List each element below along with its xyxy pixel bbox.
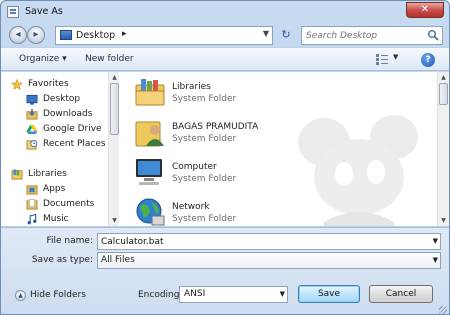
browser-area: Favorites Desktop Downloads Google Drive… xyxy=(1,72,449,226)
nav-item-label: Desktop xyxy=(43,94,81,104)
breadcrumb-chevron-icon[interactable]: ▸ xyxy=(122,29,127,39)
file-type: System Folder xyxy=(172,94,237,104)
file-item-libraries[interactable]: Libraries System Folder xyxy=(134,76,354,112)
scrollbar-thumb[interactable] xyxy=(439,83,448,105)
hide-folders-label: Hide Folders xyxy=(30,290,86,300)
music-icon xyxy=(27,214,37,225)
help-button[interactable]: ? xyxy=(421,53,435,67)
navigation-pane[interactable]: Favorites Desktop Downloads Google Drive… xyxy=(1,72,119,226)
file-name-input[interactable] xyxy=(101,235,421,248)
encoding-dropdown-icon[interactable]: ▼ xyxy=(280,290,285,298)
nav-favorites-label: Favorites xyxy=(28,79,69,89)
save-as-type-label: Save as type: xyxy=(31,255,93,265)
search-icon[interactable] xyxy=(427,29,439,41)
file-item-network[interactable]: Network System Folder xyxy=(134,196,354,226)
file-type: System Folder xyxy=(172,134,237,144)
desktop-icon xyxy=(60,30,72,40)
window-title: Save As xyxy=(25,6,63,17)
encoding-value: ANSI xyxy=(184,289,206,299)
file-list-scrollbar[interactable]: ▲ ▼ xyxy=(437,72,449,226)
forward-button[interactable]: ▸ xyxy=(27,26,45,44)
file-list[interactable]: Libraries System Folder BAGAS PRAMUDITA … xyxy=(124,72,437,226)
views-dropdown-icon[interactable]: ▼ xyxy=(393,53,398,61)
change-view-button[interactable]: ▼ xyxy=(376,53,400,67)
refresh-button[interactable]: ↻ xyxy=(277,27,295,44)
nav-libraries-label: Libraries xyxy=(28,169,67,179)
computer-icon xyxy=(136,159,162,185)
nav-item-label: Documents xyxy=(43,199,95,209)
scroll-down-icon[interactable]: ▼ xyxy=(440,217,447,224)
user-folder-icon xyxy=(135,121,164,147)
scroll-up-icon[interactable]: ▲ xyxy=(440,74,447,81)
view-options-icon xyxy=(376,54,388,65)
cancel-button[interactable]: Cancel xyxy=(369,285,433,303)
notepad-icon xyxy=(7,6,19,18)
nav-item-label: Apps xyxy=(43,184,66,194)
nav-item-label: Recent Places xyxy=(43,139,106,149)
save-as-type-dropdown-icon[interactable]: ▼ xyxy=(433,256,438,264)
google-drive-icon xyxy=(26,124,38,135)
desktop-icon xyxy=(26,94,38,105)
apps-icon xyxy=(26,185,38,195)
downloads-icon xyxy=(26,109,38,120)
file-item-computer[interactable]: Computer System Folder xyxy=(134,156,354,192)
close-button[interactable]: ✕ xyxy=(406,2,444,18)
breadcrumb[interactable]: Desktop ▸ ▼ xyxy=(55,26,273,45)
file-type: System Folder xyxy=(172,174,237,184)
file-name-field[interactable]: ▼ xyxy=(97,233,441,250)
documents-icon xyxy=(26,199,38,210)
new-folder-button[interactable]: New folder xyxy=(85,54,134,64)
search-box[interactable] xyxy=(301,26,443,45)
nav-item-label: Downloads xyxy=(43,109,93,119)
save-options-panel: File name: ▼ Save as type: All Files ▼ ▲… xyxy=(1,227,449,314)
file-name: Network xyxy=(172,202,210,212)
scroll-down-icon[interactable]: ▼ xyxy=(111,217,118,224)
resize-grip[interactable] xyxy=(439,306,447,314)
encoding-select[interactable]: ANSI ▼ xyxy=(179,286,288,303)
address-bar: ◂ ▸ Desktop ▸ ▼ ↻ xyxy=(7,24,443,46)
file-type: System Folder xyxy=(172,214,237,224)
breadcrumb-location[interactable]: Desktop xyxy=(76,30,115,41)
file-name-dropdown-icon[interactable]: ▼ xyxy=(433,237,438,245)
file-item-user-folder[interactable]: BAGAS PRAMUDITA System Folder xyxy=(134,116,354,152)
scrollbar-thumb[interactable] xyxy=(110,83,119,135)
save-as-type-select[interactable]: All Files ▼ xyxy=(97,252,441,269)
save-as-type-value: All Files xyxy=(101,255,135,265)
save-as-dialog: Save As ✕ ◂ ▸ Desktop ▸ ▼ ↻ Organize ▾ N… xyxy=(0,0,450,315)
recent-places-icon xyxy=(26,140,38,150)
libraries-icon xyxy=(11,169,23,180)
save-button[interactable]: Save xyxy=(298,285,360,303)
nav-item-label: Music xyxy=(43,214,69,224)
title-bar[interactable]: Save As ✕ xyxy=(1,1,449,23)
back-button[interactable]: ◂ xyxy=(9,26,27,44)
star-icon xyxy=(11,79,23,90)
file-name: Computer xyxy=(172,162,217,172)
chevron-up-icon: ▲ xyxy=(15,290,26,301)
encoding-label: Encoding: xyxy=(138,290,183,300)
file-name: BAGAS PRAMUDITA xyxy=(172,122,259,132)
network-icon xyxy=(136,198,165,226)
search-input[interactable] xyxy=(306,28,424,43)
libraries-folder-icon xyxy=(135,79,165,106)
file-name-label: File name: xyxy=(46,236,93,246)
organize-button[interactable]: Organize ▾ xyxy=(19,54,67,64)
scroll-up-icon[interactable]: ▲ xyxy=(111,74,118,81)
nav-item-label: Google Drive xyxy=(43,124,102,134)
address-dropdown-icon[interactable]: ▼ xyxy=(263,29,269,38)
file-name: Libraries xyxy=(172,82,211,92)
command-bar: Organize ▾ New folder ▼ ? xyxy=(1,47,449,71)
navigation-scrollbar[interactable]: ▲ ▼ xyxy=(108,72,119,226)
